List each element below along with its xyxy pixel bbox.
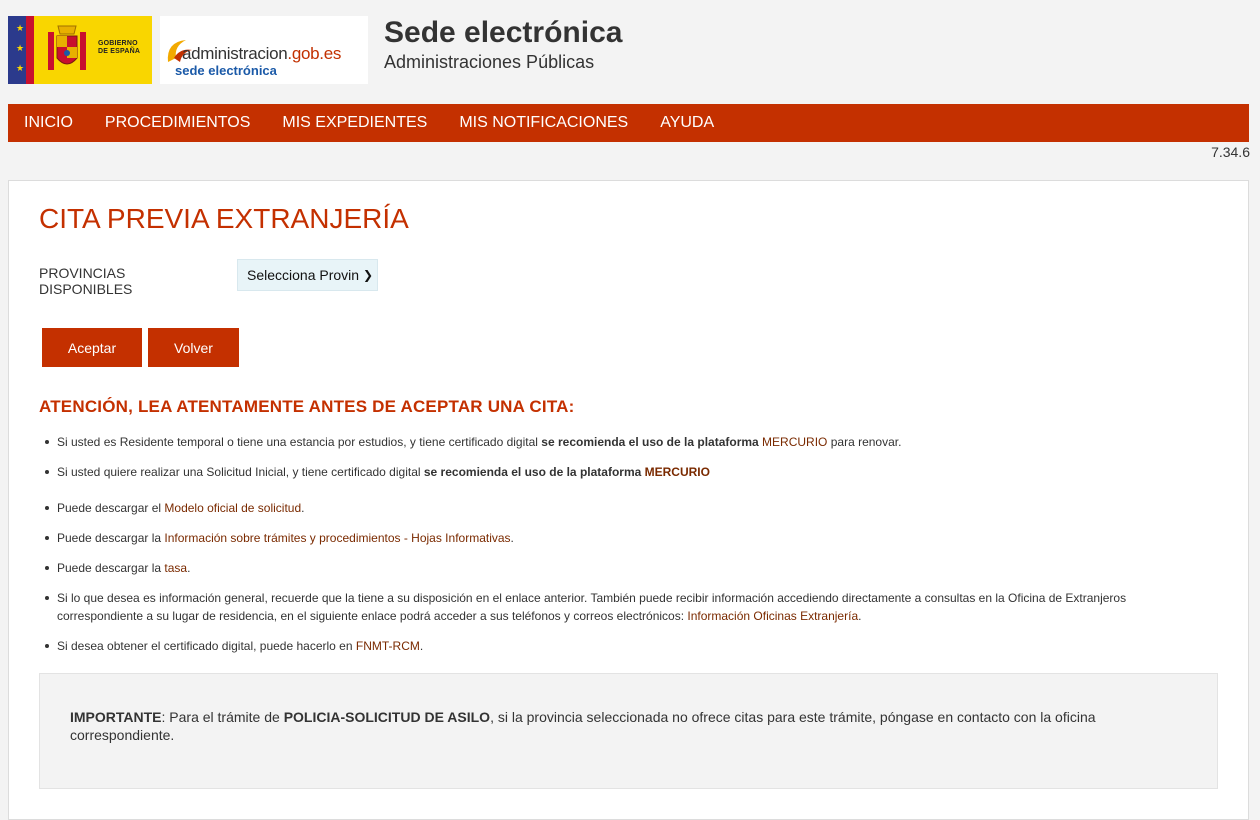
hojas-informativas-link[interactable]: Información sobre trámites y procedimien…: [164, 531, 510, 545]
chevron-down-icon: ❯: [362, 268, 373, 282]
main-nav: INICIO PROCEDIMIENTOS MIS EXPEDIENTES MI…: [8, 104, 1249, 142]
mercurio-link[interactable]: MERCURIO: [762, 435, 827, 449]
nav-item-mis-expedientes[interactable]: MIS EXPEDIENTES: [274, 114, 435, 132]
nav-item-mis-notificaciones[interactable]: MIS NOTIFICACIONES: [451, 114, 636, 132]
gov-logo-text: GOBIERNO DE ESPAÑA: [98, 40, 141, 55]
provinces-select[interactable]: Selecciona Provincia ❯: [237, 259, 378, 291]
oficinas-extranjeria-link[interactable]: Información Oficinas Extranjería: [687, 609, 858, 623]
list-item: Si desea obtener el certificado digital,…: [44, 639, 424, 653]
page-title: CITA PREVIA EXTRANJERÍA: [39, 203, 409, 234]
list-item: Puede descargar la tasa.: [44, 561, 191, 575]
modelo-solicitud-link[interactable]: Modelo oficial de solicitud: [164, 501, 301, 515]
back-button[interactable]: Volver: [148, 328, 239, 367]
important-notice: IMPORTANTE: Para el trámite de POLICIA-S…: [39, 673, 1218, 789]
nav-item-procedimientos[interactable]: PROCEDIMIENTOS: [97, 114, 259, 132]
attention-heading: ATENCIÓN, LEA ATENTAMENTE ANTES DE ACEPT…: [39, 397, 575, 416]
list-item: Si usted es Residente temporal o tiene u…: [44, 435, 902, 449]
nav-item-inicio[interactable]: INICIO: [16, 114, 81, 132]
tasa-link[interactable]: tasa: [164, 561, 187, 575]
fnmt-rcm-link[interactable]: FNMT-RCM: [356, 639, 420, 653]
coat-of-arms-icon: [48, 25, 86, 70]
accept-button[interactable]: Aceptar: [42, 328, 142, 367]
list-item: Puede descargar la Información sobre trá…: [45, 531, 514, 545]
adm-logo-main: administracion.gob.es: [182, 44, 342, 63]
gobierno-de-espana-logo[interactable]: ★ ★ ★ GOBIERNO DE ESPAÑA: [8, 16, 152, 84]
nav-item-ayuda[interactable]: AYUDA: [652, 114, 722, 132]
site-subtitle: Administraciones Públicas: [384, 52, 595, 72]
site-title: Sede electrónica: [384, 16, 623, 49]
eu-flag-icon: ★ ★ ★: [8, 16, 34, 84]
list-item: Si lo que desea es información general, …: [45, 589, 1167, 625]
mercurio-link[interactable]: MERCURIO: [645, 465, 710, 479]
list-item: Si usted quiere realizar una Solicitud I…: [45, 465, 710, 479]
main-content: CITA PREVIA EXTRANJERÍA PROVINCIAS DISPO…: [8, 180, 1249, 820]
adm-logo-sub: sede electrónica: [175, 63, 277, 78]
version-number: 7.34.6: [1211, 144, 1250, 160]
provinces-select-value: Selecciona Provincia: [247, 267, 359, 283]
provinces-label: PROVINCIAS DISPONIBLES: [39, 265, 133, 297]
administracion-gob-es-logo[interactable]: administracion.gob.es sede electrónica: [160, 16, 368, 84]
site-header: ★ ★ ★ GOBIERNO DE ESPAÑA administracion.…: [8, 16, 1248, 86]
list-item: Puede descargar el Modelo oficial de sol…: [45, 501, 305, 515]
